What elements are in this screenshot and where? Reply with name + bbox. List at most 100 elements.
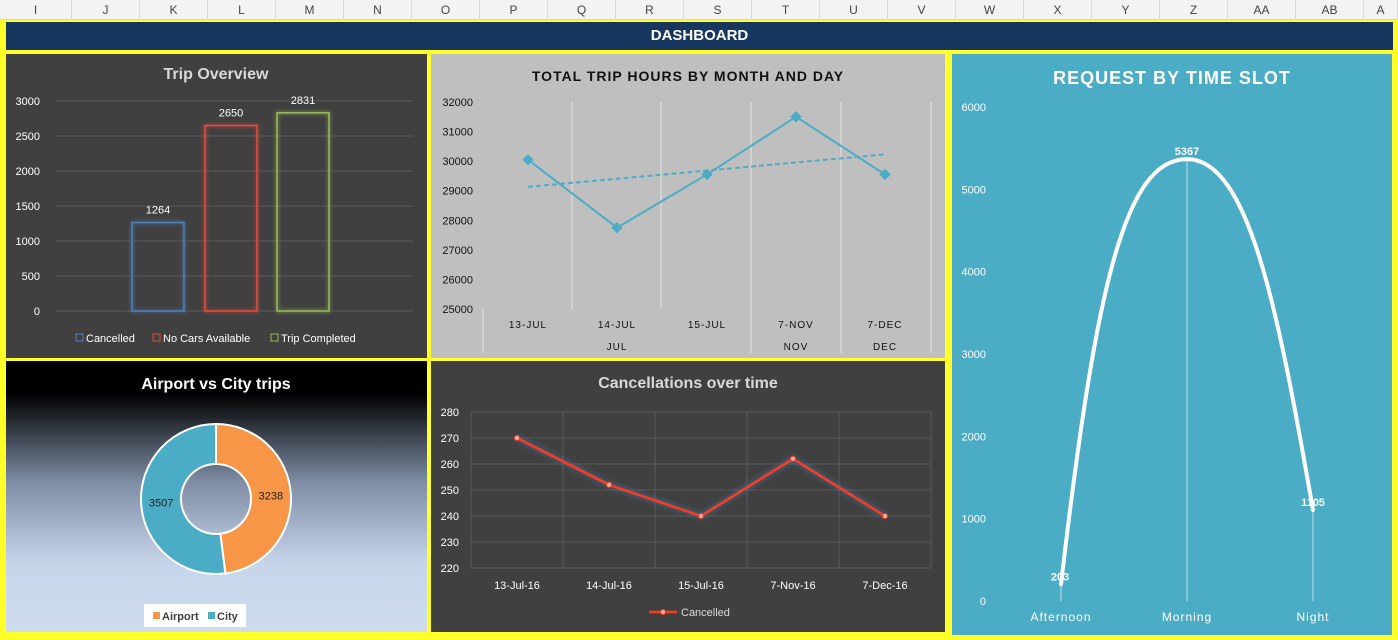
y-tick-label: 5000 bbox=[962, 184, 986, 196]
bar bbox=[204, 124, 258, 312]
column-header-AB[interactable]: AB bbox=[1296, 0, 1364, 20]
column-header-Q[interactable]: Q bbox=[548, 0, 616, 20]
x-tick-label: 13-Jul-16 bbox=[494, 580, 540, 592]
x-tick-label: 15-Jul-16 bbox=[678, 580, 724, 592]
column-header-P[interactable]: P bbox=[480, 0, 548, 20]
x-tick-label: Afternoon bbox=[1030, 610, 1091, 624]
series-line bbox=[516, 436, 886, 518]
column-header-Y[interactable]: Y bbox=[1092, 0, 1160, 20]
data-label: 3507 bbox=[149, 497, 173, 509]
column-header-Z[interactable]: Z bbox=[1160, 0, 1228, 20]
y-tick-label: 30000 bbox=[442, 156, 473, 168]
trip-hours-chart[interactable]: TOTAL TRIP HOURS BY MONTH AND DAY 25000 26… bbox=[431, 54, 945, 358]
y-tick-label: 6000 bbox=[962, 102, 986, 114]
y-tick-label: 0 bbox=[980, 596, 986, 608]
y-tick-label: 27000 bbox=[442, 245, 473, 257]
column-header-L[interactable]: L bbox=[208, 0, 276, 20]
y-tick-label: 2000 bbox=[962, 431, 986, 443]
trip-overview-plot: Trip Overview 0 500 1000 1500 2000 2500 3000 126… bbox=[16, 66, 413, 345]
y-tick-label: 250 bbox=[441, 485, 459, 497]
column-header-A[interactable]: A bbox=[1364, 0, 1398, 20]
trip-hours-plot: TOTAL TRIP HOURS BY MONTH AND DAY 25000 26… bbox=[442, 68, 932, 353]
chart-title: Cancellations over time bbox=[598, 375, 778, 392]
trip-overview-chart[interactable]: Trip Overview 0 500 1000 1500 2000 2500 3000 126… bbox=[6, 54, 427, 358]
x-group-label: DEC bbox=[873, 342, 897, 353]
trendline bbox=[527, 153, 886, 188]
x-tick-label: 15-JUL bbox=[688, 320, 726, 331]
y-tick-label: 26000 bbox=[442, 274, 473, 286]
x-tick-label: 14-Jul-16 bbox=[586, 580, 632, 592]
x-tick-label: 7-Dec-16 bbox=[862, 580, 907, 592]
x-tick-label: 7-Nov-16 bbox=[770, 580, 815, 592]
column-header-S[interactable]: S bbox=[684, 0, 752, 20]
column-header-M[interactable]: M bbox=[276, 0, 344, 20]
data-label: 3238 bbox=[259, 491, 283, 503]
y-tick-label: 28000 bbox=[442, 215, 473, 227]
data-label: 2650 bbox=[219, 108, 243, 120]
data-label: 1105 bbox=[1301, 497, 1325, 509]
legend-label: Cancelled bbox=[681, 607, 730, 619]
y-tick-label: 220 bbox=[441, 563, 459, 575]
data-point bbox=[790, 455, 796, 462]
data-point bbox=[882, 513, 888, 519]
data-label: 203 bbox=[1051, 571, 1069, 583]
bar bbox=[276, 112, 330, 312]
column-header-bar: I J K L M N O P Q R S T U V W X Y Z AA A… bbox=[0, 0, 1398, 20]
y-tick-label: 25000 bbox=[442, 304, 473, 316]
x-tick-label: 13-JUL bbox=[509, 320, 547, 331]
y-tick-label: 1500 bbox=[16, 201, 40, 213]
chart-title: TOTAL TRIP HOURS BY MONTH AND DAY bbox=[532, 68, 844, 84]
legend-marker bbox=[660, 609, 666, 615]
bar bbox=[131, 221, 185, 312]
legend-swatch bbox=[153, 612, 160, 619]
dashboard-title: DASHBOARD bbox=[6, 22, 1393, 50]
column-header-T[interactable]: T bbox=[752, 0, 820, 20]
y-tick-label: 280 bbox=[441, 407, 459, 419]
x-tick-label: 7-NOV bbox=[778, 320, 814, 331]
column-header-U[interactable]: U bbox=[820, 0, 888, 20]
y-tick-label: 0 bbox=[34, 306, 40, 318]
legend-label: No Cars Available bbox=[163, 333, 250, 345]
cancellations-chart[interactable]: Cancellations over time 220 230 240 250 260 27… bbox=[431, 361, 945, 632]
y-tick-label: 31000 bbox=[442, 127, 473, 139]
column-header-V[interactable]: V bbox=[888, 0, 956, 20]
x-group-label: JUL bbox=[607, 342, 628, 353]
data-point bbox=[698, 513, 704, 519]
data-point bbox=[606, 481, 612, 488]
y-tick-label: 2500 bbox=[16, 131, 40, 143]
data-label: 5367 bbox=[1175, 146, 1199, 158]
data-point bbox=[879, 168, 891, 181]
column-header-J[interactable]: J bbox=[72, 0, 140, 20]
column-header-N[interactable]: N bbox=[344, 0, 412, 20]
legend-label: Trip Completed bbox=[281, 333, 356, 345]
legend-swatch bbox=[208, 612, 215, 619]
legend-label: Cancelled bbox=[86, 333, 135, 345]
x-tick-label: Night bbox=[1296, 610, 1329, 624]
column-header-R[interactable]: R bbox=[616, 0, 684, 20]
column-header-X[interactable]: X bbox=[1024, 0, 1092, 20]
data-point bbox=[790, 111, 802, 123]
y-tick-label: 3000 bbox=[16, 96, 40, 108]
data-point bbox=[514, 435, 520, 441]
y-tick-label: 32000 bbox=[442, 97, 473, 109]
chart-title: Airport vs City trips bbox=[141, 376, 290, 393]
column-header-O[interactable]: O bbox=[412, 0, 480, 20]
chart-title: REQUEST BY TIME SLOT bbox=[1053, 68, 1291, 88]
y-tick-label: 1000 bbox=[16, 236, 40, 248]
data-label: 2831 bbox=[291, 95, 315, 107]
column-header-I[interactable]: I bbox=[0, 0, 72, 20]
cancellations-plot: Cancellations over time 220 230 240 250 260 27… bbox=[441, 375, 932, 619]
column-header-AA[interactable]: AA bbox=[1228, 0, 1296, 20]
x-tick-label: 7-DEC bbox=[867, 320, 902, 331]
y-tick-label: 1000 bbox=[962, 514, 986, 526]
column-header-W[interactable]: W bbox=[956, 0, 1024, 20]
legend-swatch bbox=[270, 333, 279, 342]
legend-label: City bbox=[217, 611, 239, 623]
y-tick-label: 2000 bbox=[16, 166, 40, 178]
y-tick-label: 260 bbox=[441, 459, 459, 471]
request-time-chart[interactable]: REQUEST BY TIME SLOT 0 1000 2000 3000 4000 500… bbox=[952, 54, 1392, 635]
column-header-K[interactable]: K bbox=[140, 0, 208, 20]
y-tick-label: 3000 bbox=[962, 349, 986, 361]
airport-city-chart[interactable]: Airport vs City trips 3238 3507 Airport City bbox=[6, 361, 427, 632]
airport-city-plot: Airport vs City trips 3238 3507 Airport City bbox=[140, 376, 292, 627]
